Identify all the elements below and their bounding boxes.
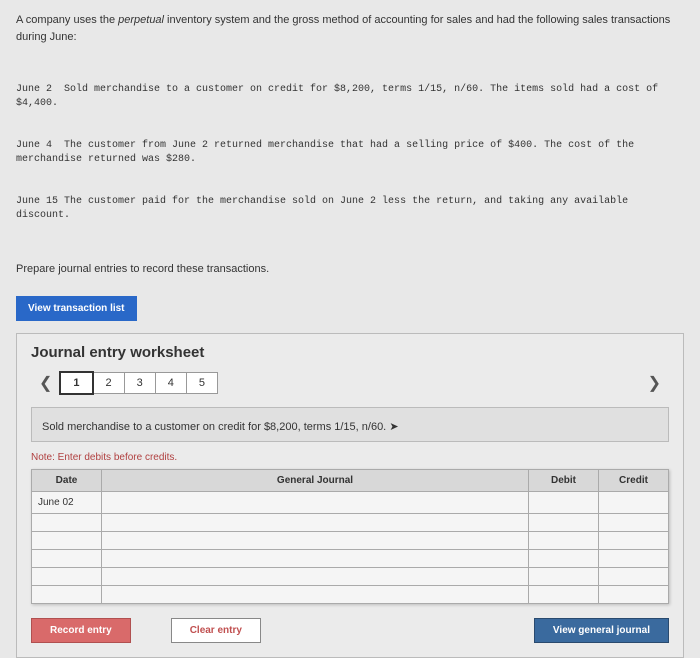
tab-1[interactable]: 1 xyxy=(59,371,93,395)
header-debit: Debit xyxy=(529,469,599,491)
table-row: June 02 xyxy=(32,491,669,513)
cell-debit[interactable] xyxy=(529,585,599,603)
cell-account[interactable] xyxy=(102,585,529,603)
journal-table: Date General Journal Debit Credit June 0… xyxy=(31,469,669,604)
cell-credit[interactable] xyxy=(599,549,669,567)
view-transaction-list-button[interactable]: View transaction list xyxy=(16,296,137,321)
table-row xyxy=(32,585,669,603)
cell-date[interactable] xyxy=(32,585,102,603)
transaction-list: June 2 Sold merchandise to a customer on… xyxy=(16,55,684,251)
view-general-journal-button[interactable]: View general journal xyxy=(534,618,669,643)
tabs-row: ❮ 1 2 3 4 5 ❯ xyxy=(31,369,669,397)
table-row xyxy=(32,567,669,585)
table-row xyxy=(32,513,669,531)
cell-date[interactable] xyxy=(32,567,102,585)
record-entry-button[interactable]: Record entry xyxy=(31,618,131,643)
next-entry-icon[interactable]: ❯ xyxy=(640,369,669,397)
cell-credit[interactable] xyxy=(599,567,669,585)
instruction-text: Prepare journal entries to record these … xyxy=(16,261,684,278)
cell-account[interactable] xyxy=(102,513,529,531)
entry-description: Sold merchandise to a customer on credit… xyxy=(31,407,669,442)
tab-2[interactable]: 2 xyxy=(93,372,125,394)
header-general-journal: General Journal xyxy=(102,469,529,491)
journal-entry-worksheet: Journal entry worksheet ❮ 1 2 3 4 5 ❯ So… xyxy=(16,333,684,658)
cell-date[interactable] xyxy=(32,549,102,567)
cell-debit[interactable] xyxy=(529,549,599,567)
tab-3[interactable]: 3 xyxy=(124,372,156,394)
tab-5[interactable]: 5 xyxy=(186,372,218,394)
cell-debit[interactable] xyxy=(529,531,599,549)
cell-debit[interactable] xyxy=(529,513,599,531)
entry-description-text: Sold merchandise to a customer on credit… xyxy=(42,421,386,433)
clear-entry-button[interactable]: Clear entry xyxy=(171,618,261,643)
cursor-icon: ➤ xyxy=(389,420,398,433)
header-date: Date xyxy=(32,469,102,491)
action-row: Record entry Clear entry View general jo… xyxy=(31,618,669,643)
cell-account[interactable] xyxy=(102,567,529,585)
txn-line-2: June 4 The customer from June 2 returned… xyxy=(16,139,684,167)
intro-emph: perpetual xyxy=(118,14,164,26)
cell-account[interactable] xyxy=(102,491,529,513)
txn-line-1: June 2 Sold merchandise to a customer on… xyxy=(16,83,684,111)
note-text: Note: Enter debits before credits. xyxy=(31,452,669,463)
cell-credit[interactable] xyxy=(599,491,669,513)
tab-4[interactable]: 4 xyxy=(155,372,187,394)
header-credit: Credit xyxy=(599,469,669,491)
cell-credit[interactable] xyxy=(599,585,669,603)
cell-debit[interactable] xyxy=(529,567,599,585)
cell-account[interactable] xyxy=(102,531,529,549)
cell-date[interactable] xyxy=(32,531,102,549)
cell-account[interactable] xyxy=(102,549,529,567)
txn-line-3: June 15 The customer paid for the mercha… xyxy=(16,195,684,223)
cell-debit[interactable] xyxy=(529,491,599,513)
problem-statement: A company uses the perpetual inventory s… xyxy=(16,12,684,278)
worksheet-title: Journal entry worksheet xyxy=(31,344,669,361)
table-row xyxy=(32,549,669,567)
cell-credit[interactable] xyxy=(599,513,669,531)
problem-intro: A company uses the perpetual inventory s… xyxy=(16,12,684,45)
cell-date[interactable]: June 02 xyxy=(32,491,102,513)
intro-text-a: A company uses the xyxy=(16,14,118,26)
table-row xyxy=(32,531,669,549)
cell-credit[interactable] xyxy=(599,531,669,549)
cell-date[interactable] xyxy=(32,513,102,531)
prev-entry-icon[interactable]: ❮ xyxy=(31,369,60,397)
